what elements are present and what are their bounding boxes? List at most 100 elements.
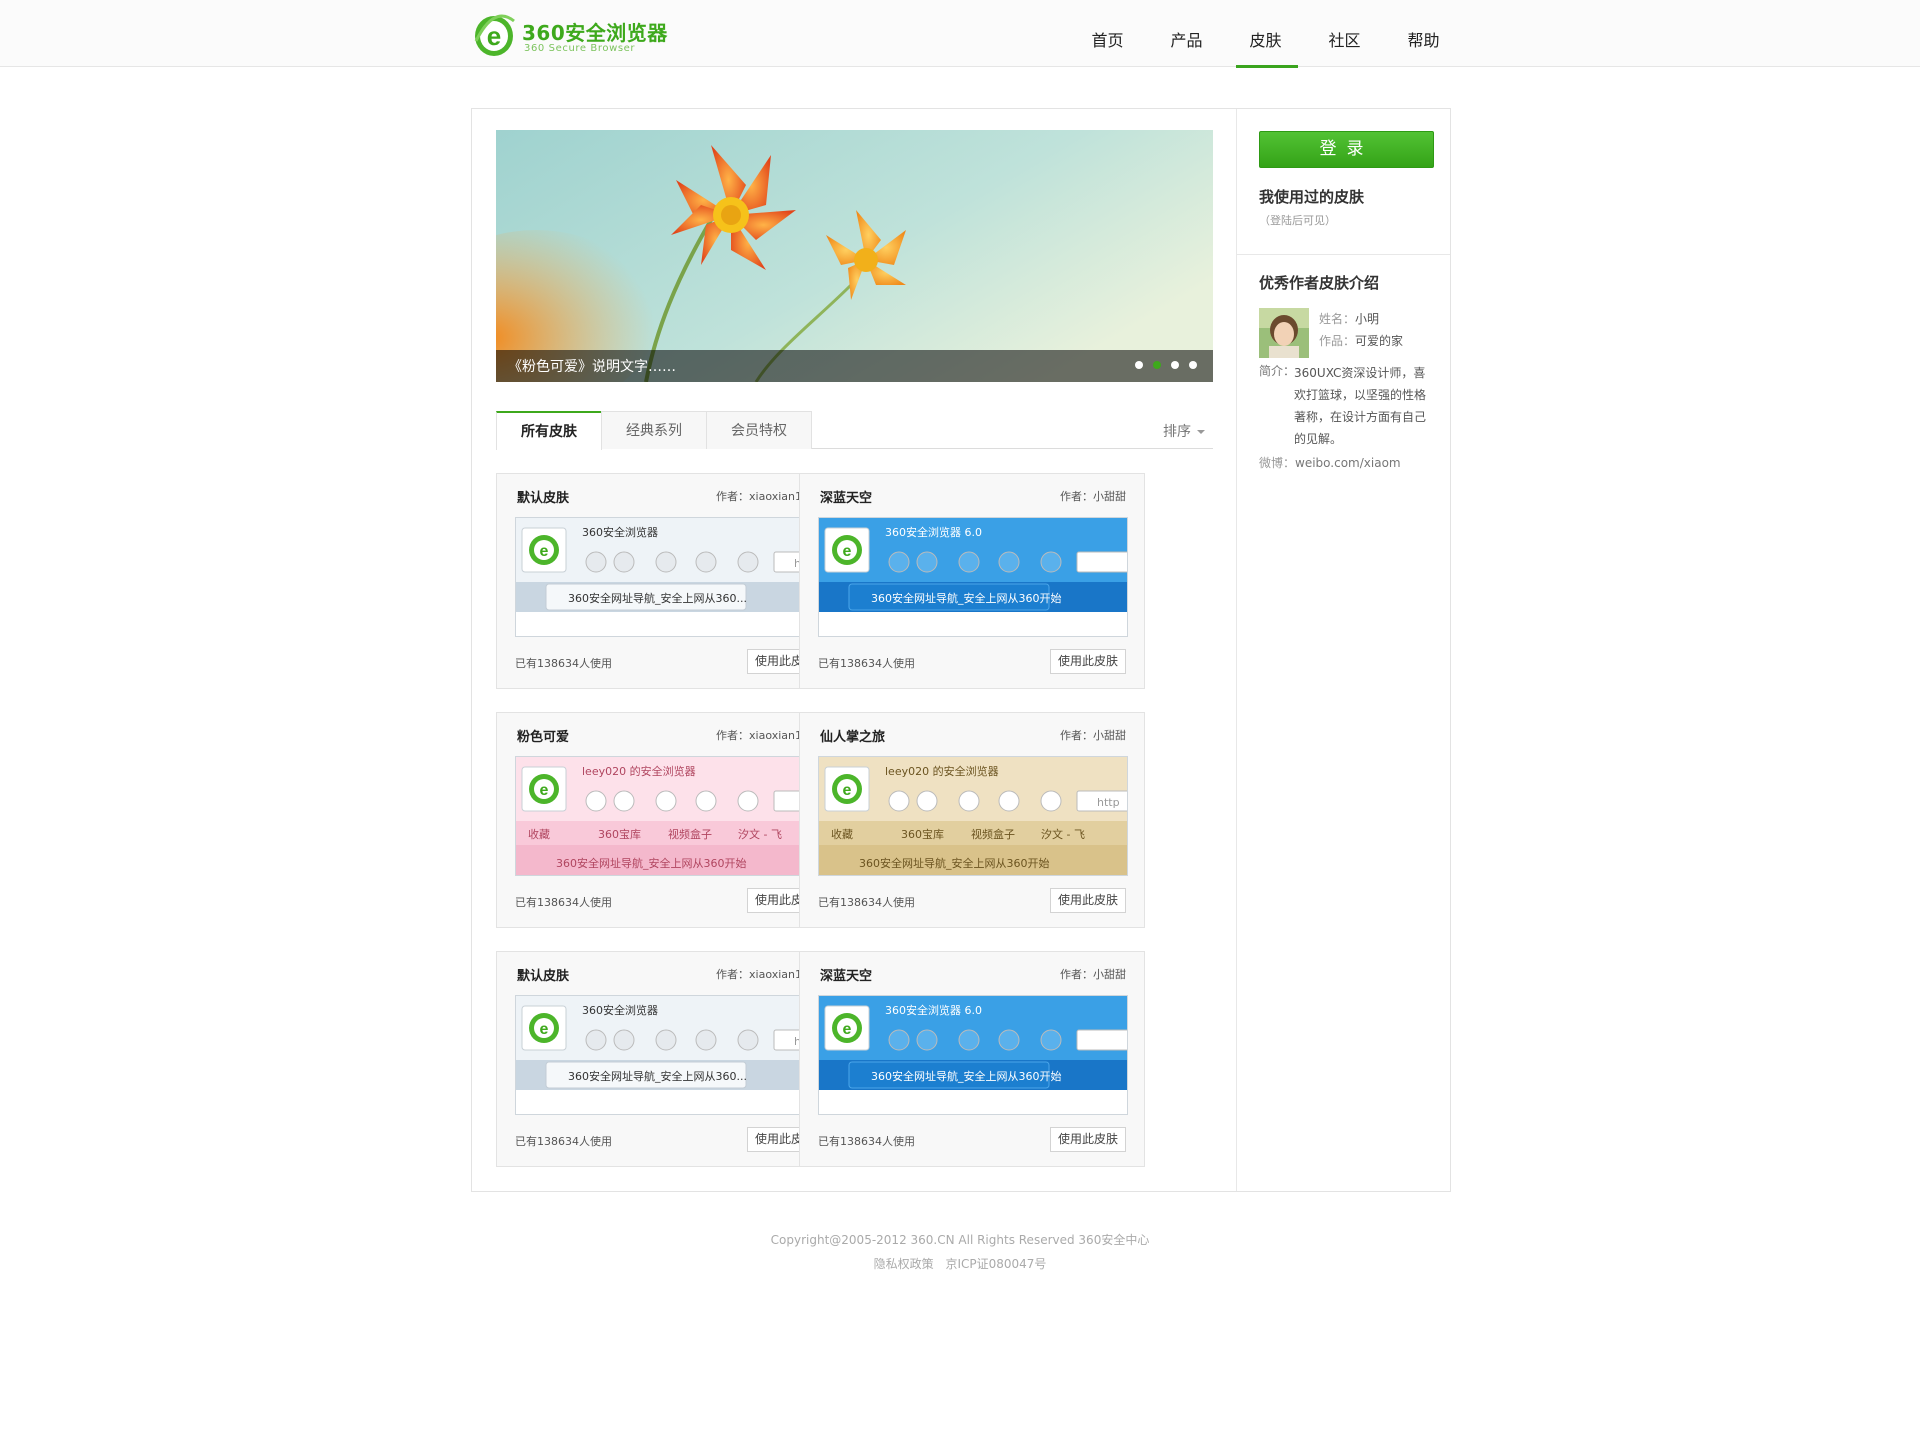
preview-tab-label: 360安全网址导航_安全上网从360开始 (871, 591, 1062, 605)
skin-usage-count: 已有138634人使用 (515, 1135, 612, 1148)
bookmark-label: 视频盒子 (668, 827, 712, 841)
nav-community[interactable]: 社区 (1305, 0, 1384, 67)
banner-dot-3[interactable] (1171, 361, 1179, 369)
skin-preview[interactable]: e 360安全浏览器 htt 360安全网址导航_安全上网从360... (515, 995, 825, 1115)
main-content: 《粉色可爱》说明文字…… 所有皮肤 经典系列 会员特权 排序 默认皮肤 作者：x… (471, 108, 1451, 1192)
author-work: 作品：可爱的家 (1319, 332, 1403, 349)
author-bio-label: 简介： (1259, 364, 1296, 378)
nav-skins[interactable]: 皮肤 (1226, 0, 1305, 68)
banner-slider[interactable]: 《粉色可爱》说明文字…… (496, 130, 1213, 382)
use-skin-button[interactable]: 使用此皮肤 (1050, 649, 1126, 674)
login-button[interactable]: 登录 (1259, 131, 1434, 168)
preview-window-title: 360安全浏览器 (582, 1003, 658, 1017)
banner-image (496, 130, 1213, 382)
logo[interactable]: e 360安全浏览器 360 Secure Browser (472, 11, 682, 61)
icp-license-link[interactable]: 京ICP证080047号 (945, 1257, 1046, 1271)
privacy-policy-link[interactable]: 隐私权政策 (874, 1257, 934, 1271)
banner-pagination (1135, 361, 1197, 369)
svg-text:e: e (843, 543, 852, 560)
skin-preview[interactable]: e 360安全浏览器 htt 360安全网址导航_安全上网从360... (515, 517, 825, 637)
skin-usage-count: 已有138634人使用 (818, 1135, 915, 1148)
preview-window-title: leey020 的安全浏览器 (885, 764, 999, 778)
author-work-label: 作品： (1319, 334, 1356, 348)
skin-card[interactable]: 仙人掌之旅 作者：小甜甜 e leey020 的安全浏览器 http 收藏 36… (799, 712, 1145, 928)
skin-preview-image: e leey020 的安全浏览器 收藏 360宝库 视频盒子 汐文 - 飞 360安全… (516, 757, 824, 875)
nav-home[interactable]: 首页 (1068, 0, 1147, 67)
skin-preview[interactable]: e leey020 的安全浏览器 收藏 360宝库 视频盒子 汐文 - 飞 360安全… (515, 756, 825, 876)
sidebar-divider (1237, 254, 1450, 255)
bookmark-label: 汐文 - 飞 (1041, 827, 1085, 841)
featured-author-title: 优秀作者皮肤介绍 (1259, 274, 1380, 292)
tab-member-privileges[interactable]: 会员特权 (706, 411, 812, 449)
tab-classic-series[interactable]: 经典系列 (601, 411, 707, 449)
svg-text:http: http (1097, 796, 1120, 809)
preview-window-title: 360安全浏览器 6.0 (885, 1003, 982, 1017)
skin-card[interactable]: 深蓝天空 作者：小甜甜 e 360安全浏览器 6.0 360安全网址导航_安全上… (799, 473, 1145, 689)
author-weibo-link[interactable]: weibo.com/xiaom (1295, 456, 1401, 470)
skin-preview[interactable]: e leey020 的安全浏览器 http 收藏 360宝库 视频盒子 汐文 - 飞 … (818, 756, 1128, 876)
skin-card[interactable]: 默认皮肤 作者：xiaoxian1985 e 360安全浏览器 htt (496, 951, 842, 1167)
skin-preview-image: e 360安全浏览器 6.0 360安全网址导航_安全上网从360开始 (819, 996, 1127, 1114)
preview-window-title: 360安全浏览器 6.0 (885, 525, 982, 539)
author-bio: 360UXC资深设计师，喜欢打篮球，以坚强的性格著称，在设计方面有自己的见解。 (1294, 366, 1427, 446)
skin-title: 默认皮肤 (517, 969, 570, 984)
banner-dot-4[interactable] (1189, 361, 1197, 369)
use-skin-button[interactable]: 使用此皮肤 (1050, 1127, 1126, 1152)
author-weibo: 微博：weibo.com/xiaom (1259, 454, 1401, 471)
banner-dot-1[interactable] (1135, 361, 1143, 369)
footer-copyright: Copyright@2005-2012 360.CN All Rights Re… (770, 1233, 1150, 1247)
skin-title: 深蓝天空 (820, 491, 873, 506)
sort-dropdown[interactable]: 排序 (1163, 421, 1205, 441)
svg-text:e: e (540, 543, 549, 560)
column-divider (1236, 109, 1237, 1191)
preview-tab-label: 360安全网址导航_安全上网从360开始 (556, 856, 747, 870)
skin-preview-image: e 360安全浏览器 htt 360安全网址导航_安全上网从360... (516, 996, 824, 1114)
bookmark-label: 360宝库 (901, 827, 944, 841)
skin-preview-image: e leey020 的安全浏览器 http 收藏 360宝库 视频盒子 汐文 - 飞 … (819, 757, 1127, 875)
svg-text:e: e (843, 782, 852, 799)
skin-usage-count: 已有138634人使用 (515, 896, 612, 909)
skin-author: 作者：小甜甜 (1060, 490, 1126, 503)
author-name: 姓名：小明 (1319, 310, 1379, 327)
bookmark-label: 收藏 (528, 827, 550, 841)
main-nav: 首页 产品 皮肤 社区 帮助 (1068, 0, 1463, 68)
nav-products[interactable]: 产品 (1147, 0, 1226, 67)
skin-preview[interactable]: e 360安全浏览器 6.0 360安全网址导航_安全上网从360开始 (818, 517, 1128, 637)
nav-help[interactable]: 帮助 (1384, 0, 1463, 67)
top-bar: e 360安全浏览器 360 Secure Browser 首页 产品 皮肤 社… (0, 0, 1920, 68)
preview-tab-label: 360安全网址导航_安全上网从360... (568, 591, 747, 605)
skin-card[interactable]: 默认皮肤 作者：xiaoxian1985 e 360安全浏览器 htt (496, 473, 842, 689)
preview-tab-label: 360安全网址导航_安全上网从360开始 (859, 856, 1050, 870)
preview-tab-label: 360安全网址导航_安全上网从360开始 (871, 1069, 1062, 1083)
skin-card[interactable]: 粉色可爱 作者：xiaoxian1985 e leey020 的安全浏览器 收藏… (496, 712, 842, 928)
sort-label: 排序 (1163, 424, 1191, 440)
skin-title: 默认皮肤 (517, 491, 570, 506)
skin-title: 深蓝天空 (820, 969, 873, 984)
banner-caption: 《粉色可爱》说明文字…… (508, 359, 676, 375)
footer-links: 隐私权政策 京ICP证080047号 (0, 1255, 1920, 1272)
logo-title: 360安全浏览器 (522, 21, 668, 45)
skin-tabs: 所有皮肤 经典系列 会员特权 排序 (496, 411, 1213, 450)
skin-author: 作者：小甜甜 (1060, 968, 1126, 981)
preview-tab-label: 360安全网址导航_安全上网从360... (568, 1069, 747, 1083)
banner-dot-2[interactable] (1153, 361, 1161, 369)
use-skin-button[interactable]: 使用此皮肤 (1050, 888, 1126, 913)
skin-usage-count: 已有138634人使用 (818, 896, 915, 909)
author-name-value: 小明 (1355, 312, 1380, 326)
preview-window-title: leey020 的安全浏览器 (582, 764, 696, 778)
author-avatar[interactable] (1259, 308, 1309, 358)
skin-title: 仙人掌之旅 (820, 730, 886, 745)
browser-logo-icon: e (474, 14, 515, 56)
preview-window-title: 360安全浏览器 (582, 525, 658, 539)
bookmark-label: 360宝库 (598, 827, 641, 841)
svg-text:e: e (843, 1021, 852, 1038)
chevron-down-icon (1197, 430, 1205, 434)
skin-title: 粉色可爱 (517, 730, 570, 745)
skin-preview[interactable]: e 360安全浏览器 6.0 360安全网址导航_安全上网从360开始 (818, 995, 1128, 1115)
skin-card[interactable]: 深蓝天空 作者：小甜甜 e 360安全浏览器 6.0 360安全网址导航_安全上… (799, 951, 1145, 1167)
tab-all-skins[interactable]: 所有皮肤 (496, 411, 602, 450)
skin-usage-count: 已有138634人使用 (818, 657, 915, 670)
author-weibo-label: 微博： (1259, 456, 1296, 470)
avatar-image (1259, 308, 1309, 358)
svg-text:e: e (540, 1021, 549, 1038)
